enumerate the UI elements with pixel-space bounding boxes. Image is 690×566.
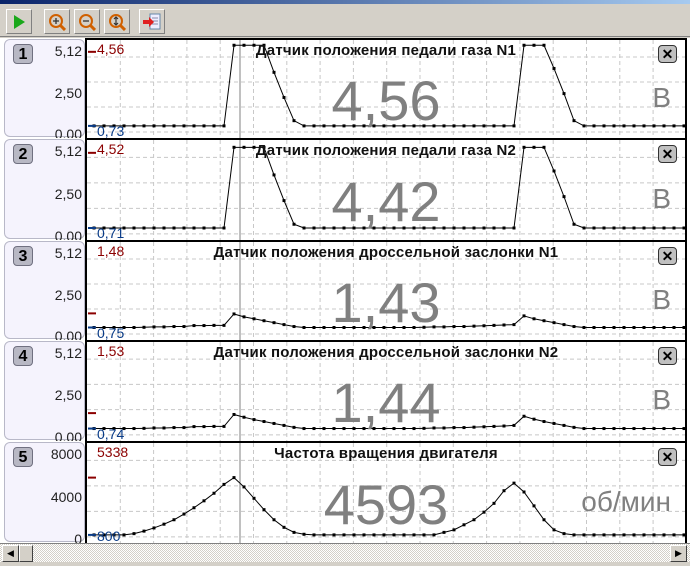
toolbar (0, 4, 690, 37)
close-channel-button[interactable]: ✕ (658, 45, 677, 63)
close-channel-button[interactable]: ✕ (658, 247, 677, 265)
channel-panel: 3 5,12 2,50 0,00 1,48 0,75 Датчик положения др… (0, 240, 690, 344)
channel-axis: 2 5,12 2,50 0,00 (4, 139, 85, 244)
channel-panel: 4 5,12 2,50 0,00 1,53 0,74 Датчик положения др… (0, 340, 690, 445)
close-channel-button[interactable]: ✕ (658, 448, 677, 466)
zoom-vertical-icon (109, 13, 126, 31)
unit-label: об/мин (581, 485, 671, 517)
y-tick-label: 5,12 (54, 245, 82, 261)
play-icon (14, 14, 25, 29)
y-tick-label: 2,50 (54, 287, 82, 303)
play-button[interactable] (6, 9, 32, 34)
unit-label: В (652, 182, 671, 214)
channel-title: Датчик положения педали газа N1 (255, 42, 517, 59)
close-icon: ✕ (661, 348, 674, 364)
channel-number-badge[interactable]: 1 (13, 44, 33, 64)
channel-panel: 5 8000 4000 0 5338 800 Частота вращения двигат… (0, 441, 690, 547)
current-value: 1,43 (331, 271, 441, 334)
current-value: 4,56 (331, 69, 441, 132)
plot-area[interactable]: 4,52 0,71 Датчик положения педали газа N2 4… (85, 138, 687, 240)
close-channel-button[interactable]: ✕ (658, 145, 677, 163)
channel-axis: 5 8000 4000 0 (4, 442, 85, 547)
close-icon: ✕ (661, 46, 674, 62)
plot-area[interactable]: 1,48 0,75 Датчик положения дроссельной зас… (85, 240, 687, 340)
channel-number-badge[interactable]: 5 (13, 447, 33, 467)
channel-axis: 3 5,12 2,50 0,00 (4, 241, 85, 344)
scroll-thumb[interactable] (19, 545, 33, 562)
channel-title: Частота вращения двигателя (274, 445, 498, 462)
channel-title: Датчик положения дроссельной заслонки N2 (213, 344, 559, 361)
zoom-fit-button[interactable] (104, 9, 130, 34)
current-value: 4,42 (331, 169, 441, 233)
channel-axis: 1 5,12 2,50 0,00 (4, 39, 85, 142)
plot-area[interactable]: 5338 800 Частота вращения двигателя 4593 об/… (85, 441, 687, 543)
arrow-right-icon: ▶ (675, 548, 682, 558)
plot-area[interactable]: 4,56 0,73 Датчик положения педали газа N1 4… (85, 38, 687, 138)
y-tick-label: 5,12 (54, 345, 82, 361)
export-icon (143, 13, 161, 29)
y-tick-label: 5,12 (54, 143, 82, 159)
horizontal-scrollbar[interactable]: ◀ ▶ (0, 543, 690, 562)
zoom-in-icon (49, 13, 66, 31)
y-tick-label: 5,12 (54, 43, 82, 59)
y-tick-label: 8000 (50, 446, 82, 462)
zoom-out-button[interactable] (74, 9, 100, 34)
scroll-right-button[interactable]: ▶ (670, 545, 687, 562)
channel-number-badge[interactable]: 2 (13, 144, 33, 164)
close-icon: ✕ (661, 248, 674, 264)
y-tick-label: 2,50 (54, 387, 82, 404)
y-tick-label: 2,50 (54, 185, 82, 202)
channel-number-badge[interactable]: 3 (13, 246, 33, 266)
zoom-out-icon (79, 13, 96, 31)
channel-panel: 2 5,12 2,50 0,00 4,52 0,71 Датчик положения пе… (0, 138, 690, 244)
unit-label: В (652, 384, 671, 416)
channel-panel: 1 5,12 2,50 0,00 4,56 0,73 Датчик положения пе… (0, 38, 690, 142)
arrow-left-icon: ◀ (7, 548, 14, 558)
close-icon: ✕ (661, 146, 674, 162)
current-value: 1,44 (331, 371, 441, 435)
y-tick-label: 2,50 (54, 85, 82, 101)
export-button[interactable] (139, 9, 165, 34)
channel-axis: 4 5,12 2,50 0,00 (4, 341, 85, 445)
unit-label: В (652, 284, 671, 315)
scroll-left-button[interactable]: ◀ (2, 545, 19, 562)
close-icon: ✕ (661, 449, 674, 465)
channel-number-badge[interactable]: 4 (13, 346, 33, 366)
channel-title: Датчик положения дроссельной заслонки N1 (213, 244, 559, 261)
close-channel-button[interactable]: ✕ (658, 347, 677, 365)
unit-label: В (652, 82, 671, 113)
zoom-in-button[interactable] (44, 9, 70, 34)
channel-title: Датчик положения педали газа N2 (255, 142, 517, 159)
plot-area[interactable]: 1,53 0,74 Датчик положения дроссельной зас… (85, 340, 687, 441)
y-tick-label: 4000 (50, 488, 82, 505)
